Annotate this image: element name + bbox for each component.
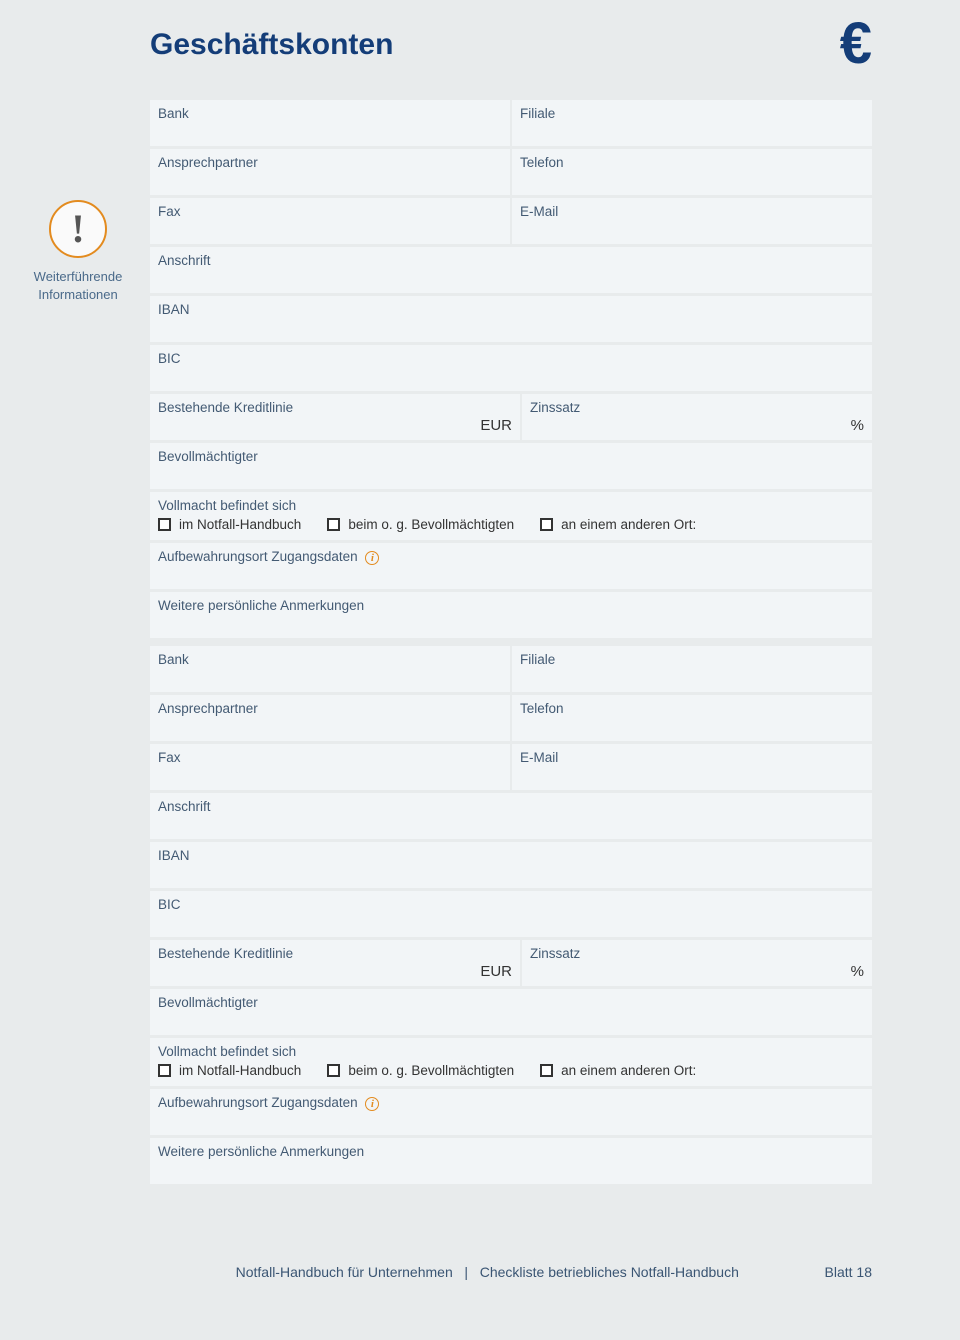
unit-percent: %	[851, 417, 864, 434]
field-bevollmaechtigter[interactable]: Bevollmächtigter	[150, 989, 872, 1035]
field-ansprechpartner[interactable]: Ansprechpartner	[150, 695, 510, 741]
chk3-label: an einem anderen Ort:	[561, 517, 696, 532]
checkbox-bevollmaechtigten[interactable]: beim o. g. Bevollmächtigten	[327, 1063, 514, 1078]
field-anmerkungen[interactable]: Weitere persönliche Anmerkungen	[150, 592, 872, 638]
field-kreditlinie[interactable]: Bestehende Kreditlinie EUR	[150, 940, 520, 986]
field-fax[interactable]: Fax	[150, 198, 510, 244]
euro-icon: €	[840, 10, 872, 77]
field-bic[interactable]: BIC	[150, 891, 872, 937]
page-footer: Notfall-Handbuch für Unternehmen | Check…	[150, 1264, 872, 1280]
field-anschrift[interactable]: Anschrift	[150, 247, 872, 293]
label-kreditlinie: Bestehende Kreditlinie	[158, 400, 293, 415]
side-line2: Informationen	[30, 286, 126, 304]
checkbox-notfall-handbuch[interactable]: im Notfall-Handbuch	[158, 1063, 301, 1078]
footer-center: Checkliste betriebliches Notfall-Handbuc…	[480, 1264, 739, 1280]
exclamation-icon: !	[49, 200, 107, 258]
field-vollmacht-location: Vollmacht befindet sich im Notfall-Handb…	[150, 492, 872, 540]
footer-page: Blatt 18	[825, 1264, 872, 1280]
field-email[interactable]: E-Mail	[512, 744, 872, 790]
field-aufbewahrung[interactable]: Aufbewahrungsort Zugangsdaten i	[150, 543, 872, 589]
unit-percent: %	[851, 963, 864, 980]
account-block-2: Bank Filiale Ansprechpartner Telefon Fax…	[150, 646, 872, 1187]
checkbox-icon	[540, 518, 553, 531]
field-ansprechpartner[interactable]: Ansprechpartner	[150, 149, 510, 195]
checkbox-icon	[540, 1064, 553, 1077]
vollmacht-heading: Vollmacht befindet sich	[158, 498, 864, 513]
further-info-badge[interactable]: ! Weiterführende Informationen	[30, 200, 126, 303]
field-bank[interactable]: Bank	[150, 646, 510, 692]
field-bic[interactable]: BIC	[150, 345, 872, 391]
chk2-label: beim o. g. Bevollmächtigten	[348, 517, 514, 532]
footer-left: Notfall-Handbuch für Unternehmen	[236, 1264, 453, 1280]
field-filiale[interactable]: Filiale	[512, 100, 872, 146]
field-anmerkungen[interactable]: Weitere persönliche Anmerkungen	[150, 1138, 872, 1184]
chk3-label: an einem anderen Ort:	[561, 1063, 696, 1078]
field-kreditlinie[interactable]: Bestehende Kreditlinie EUR	[150, 394, 520, 440]
checkbox-notfall-handbuch[interactable]: im Notfall-Handbuch	[158, 517, 301, 532]
field-bevollmaechtigter[interactable]: Bevollmächtigter	[150, 443, 872, 489]
account-block-1: Bank Filiale Ansprechpartner Telefon Fax…	[150, 100, 872, 641]
checkbox-anderer-ort[interactable]: an einem anderen Ort:	[540, 1063, 696, 1078]
chk1-label: im Notfall-Handbuch	[179, 1063, 301, 1078]
field-zinssatz[interactable]: Zinssatz %	[522, 940, 872, 986]
field-telefon[interactable]: Telefon	[512, 149, 872, 195]
info-icon[interactable]: i	[365, 1097, 379, 1111]
field-bank[interactable]: Bank	[150, 100, 510, 146]
field-iban[interactable]: IBAN	[150, 296, 872, 342]
page-title: Geschäftskonten	[150, 28, 393, 62]
field-iban[interactable]: IBAN	[150, 842, 872, 888]
checkbox-bevollmaechtigten[interactable]: beim o. g. Bevollmächtigten	[327, 517, 514, 532]
field-zinssatz[interactable]: Zinssatz %	[522, 394, 872, 440]
field-filiale[interactable]: Filiale	[512, 646, 872, 692]
field-fax[interactable]: Fax	[150, 744, 510, 790]
unit-eur: EUR	[480, 417, 512, 434]
chk1-label: im Notfall-Handbuch	[179, 517, 301, 532]
chk2-label: beim o. g. Bevollmächtigten	[348, 1063, 514, 1078]
label-zinssatz: Zinssatz	[530, 400, 580, 415]
field-anschrift[interactable]: Anschrift	[150, 793, 872, 839]
field-telefon[interactable]: Telefon	[512, 695, 872, 741]
checkbox-anderer-ort[interactable]: an einem anderen Ort:	[540, 517, 696, 532]
checkbox-icon	[158, 518, 171, 531]
side-line1: Weiterführende	[30, 268, 126, 286]
label-aufbewahrung: Aufbewahrungsort Zugangsdaten	[158, 549, 358, 564]
label-zinssatz: Zinssatz	[530, 946, 580, 961]
checkbox-icon	[158, 1064, 171, 1077]
label-kreditlinie: Bestehende Kreditlinie	[158, 946, 293, 961]
checkbox-icon	[327, 1064, 340, 1077]
field-email[interactable]: E-Mail	[512, 198, 872, 244]
field-vollmacht-location: Vollmacht befindet sich im Notfall-Handb…	[150, 1038, 872, 1086]
vollmacht-heading: Vollmacht befindet sich	[158, 1044, 864, 1059]
checkbox-icon	[327, 518, 340, 531]
unit-eur: EUR	[480, 963, 512, 980]
footer-sep: |	[464, 1264, 468, 1280]
label-aufbewahrung: Aufbewahrungsort Zugangsdaten	[158, 1095, 358, 1110]
info-icon[interactable]: i	[365, 551, 379, 565]
field-aufbewahrung[interactable]: Aufbewahrungsort Zugangsdaten i	[150, 1089, 872, 1135]
